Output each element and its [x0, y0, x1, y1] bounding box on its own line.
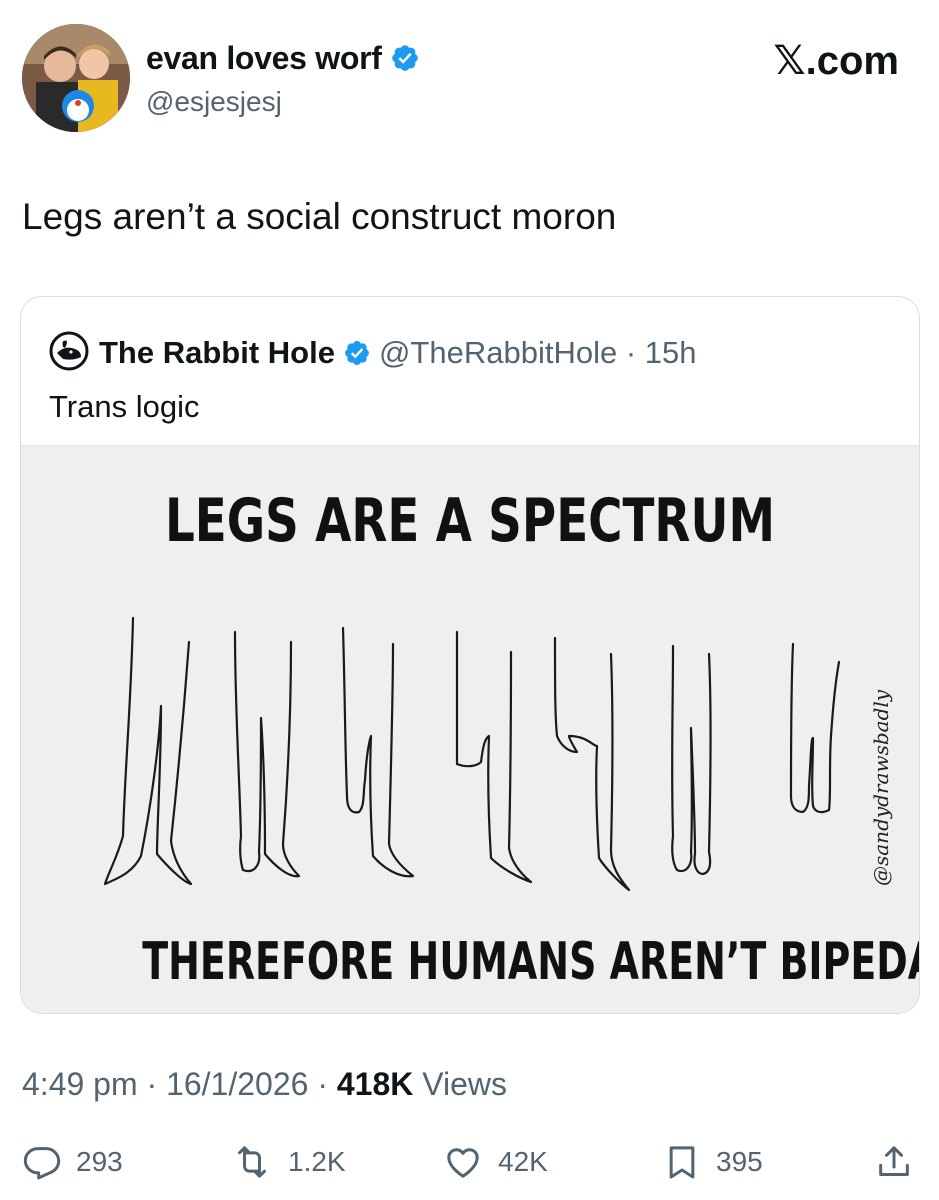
meme-caption: THEREFORE HUMANS AREN’T BIPEDAL: [142, 932, 920, 992]
meme-watermark: @sandydrawsbadly: [869, 689, 893, 886]
quoted-media-image[interactable]: LEGS ARE A SPECTRUM @sandydrawsbadly THE…: [21, 445, 920, 1013]
reply-button[interactable]: 293: [22, 1142, 123, 1182]
verified-badge-icon: [390, 43, 420, 81]
quoted-tweet-text: Trans logic: [49, 389, 200, 424]
repost-button[interactable]: 1.2K: [230, 1142, 346, 1182]
like-button[interactable]: 42K: [442, 1142, 548, 1182]
action-bar: 293 1.2K 42K 395: [22, 1142, 917, 1192]
tweet-text: Legs aren’t a social construct moron: [22, 196, 617, 237]
quoted-handle[interactable]: @TheRabbitHole: [379, 335, 617, 370]
share-button[interactable]: [874, 1142, 928, 1182]
tweet-date[interactable]: 16/1/2026: [166, 1066, 308, 1102]
bookmark-icon: [669, 1146, 695, 1179]
repost-icon: [238, 1146, 266, 1178]
like-icon: [447, 1148, 479, 1178]
quoted-tweet-card[interactable]: The Rabbit Hole @TheRabbitHole · 15h Tran…: [20, 296, 920, 1014]
avatar-photo: [22, 24, 130, 132]
author-handle[interactable]: @esjesjesj: [146, 86, 282, 118]
author-avatar[interactable]: [22, 24, 130, 132]
views-count: 418K: [336, 1066, 414, 1102]
rabbit-hole-avatar-icon[interactable]: [49, 331, 89, 371]
quoted-age[interactable]: 15h: [645, 335, 697, 370]
author-display-name[interactable]: evan loves worf: [146, 40, 420, 81]
verified-badge-icon: [343, 339, 371, 375]
reply-icon: [23, 1147, 61, 1180]
x-logo: 𝕏.com: [773, 39, 899, 83]
share-icon: [879, 1146, 909, 1176]
legs-drawing: [103, 616, 841, 892]
tweet-time[interactable]: 4:49 pm: [22, 1066, 138, 1102]
views-label: Views: [422, 1066, 508, 1102]
tweet-meta: 4:49 pm · 16/1/2026 · 418K Views: [22, 1066, 508, 1102]
quoted-tweet-header: The Rabbit Hole @TheRabbitHole · 15h: [49, 331, 697, 375]
bookmark-button[interactable]: 395: [662, 1142, 763, 1182]
quoted-separator: ·: [617, 335, 645, 370]
quoted-display-name[interactable]: The Rabbit Hole: [99, 335, 335, 370]
